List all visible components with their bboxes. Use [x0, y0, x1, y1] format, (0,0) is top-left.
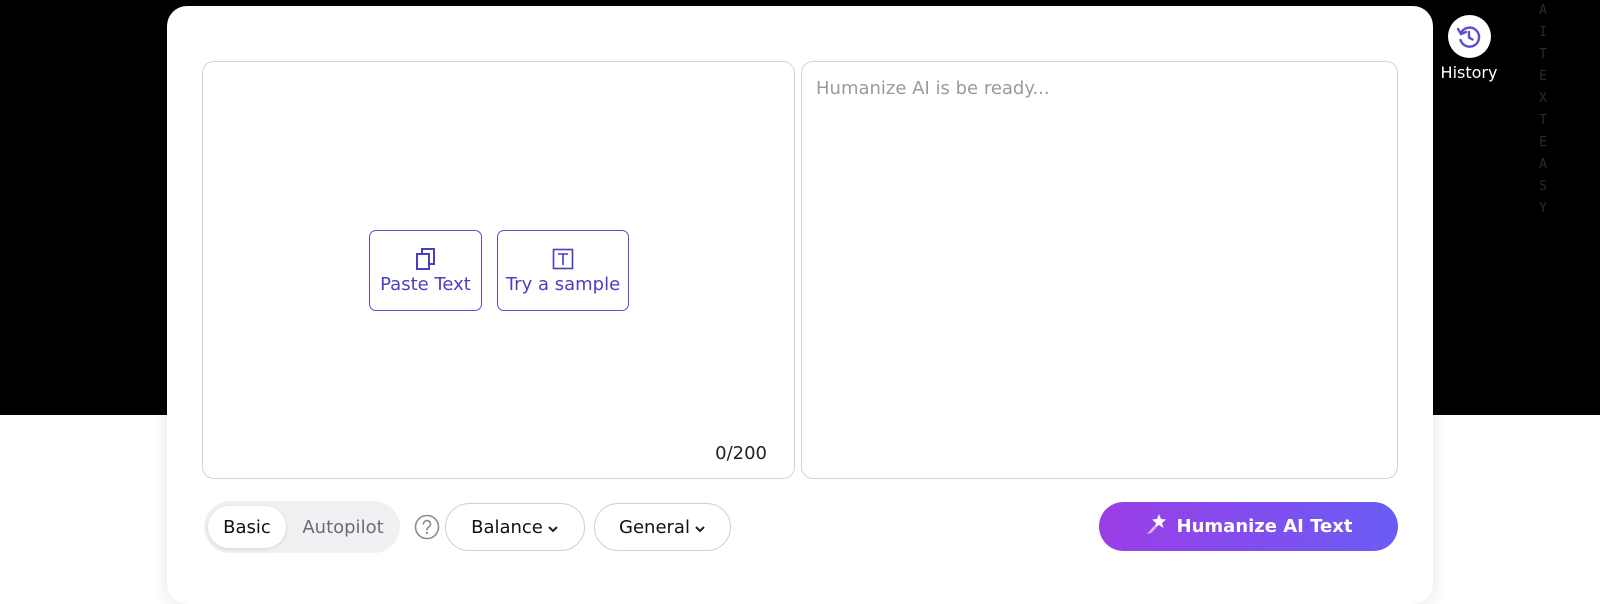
output-pane[interactable]: Humanize AI is be ready...: [801, 61, 1398, 479]
question-icon[interactable]: [411, 511, 443, 543]
level-dropdown[interactable]: Balance: [445, 503, 585, 551]
history-icon: [1447, 15, 1491, 58]
purpose-dropdown[interactable]: General: [594, 503, 731, 551]
side-letter: A: [1539, 157, 1547, 172]
history-button[interactable]: History: [1437, 15, 1501, 82]
humanize-button[interactable]: Humanize AI Text: [1099, 502, 1398, 551]
side-letter: S: [1539, 179, 1547, 194]
side-letter: E: [1539, 69, 1547, 84]
try-sample-button[interactable]: Try a sample: [497, 230, 629, 311]
side-letter: Y: [1539, 201, 1547, 216]
input-pane[interactable]: Paste Text Try a sample 0/200: [202, 61, 795, 479]
mode-basic-option[interactable]: Basic: [208, 506, 286, 548]
chevron-down-icon: [694, 517, 706, 538]
sparkle-pin-icon: [1145, 512, 1169, 541]
side-letter: I: [1539, 25, 1547, 40]
purpose-dropdown-value: General: [619, 516, 690, 538]
humanize-button-label: Humanize AI Text: [1176, 516, 1353, 537]
paste-text-button[interactable]: Paste Text: [369, 230, 482, 311]
history-label: History: [1440, 63, 1498, 82]
paste-text-label: Paste Text: [380, 274, 471, 295]
char-counter: 0/200: [715, 443, 767, 464]
output-placeholder: Humanize AI is be ready...: [816, 78, 1050, 99]
text-box-icon: [552, 246, 574, 272]
mode-toggle: Basic Autopilot: [204, 501, 400, 553]
chevron-down-icon: [547, 517, 559, 538]
side-letter: E: [1539, 135, 1547, 150]
side-letter: A: [1539, 3, 1547, 18]
try-sample-label: Try a sample: [505, 274, 621, 295]
side-letter: T: [1539, 47, 1547, 62]
copy-icon: [415, 246, 437, 272]
decorative-side-text: AITEXTEASY: [1535, 0, 1551, 220]
humanizer-card: Paste Text Try a sample 0/200 Humanize A…: [167, 6, 1433, 604]
level-dropdown-value: Balance: [471, 516, 543, 538]
side-letter: T: [1539, 113, 1547, 128]
mode-autopilot-option[interactable]: Autopilot: [290, 506, 396, 548]
side-letter: X: [1539, 91, 1547, 106]
